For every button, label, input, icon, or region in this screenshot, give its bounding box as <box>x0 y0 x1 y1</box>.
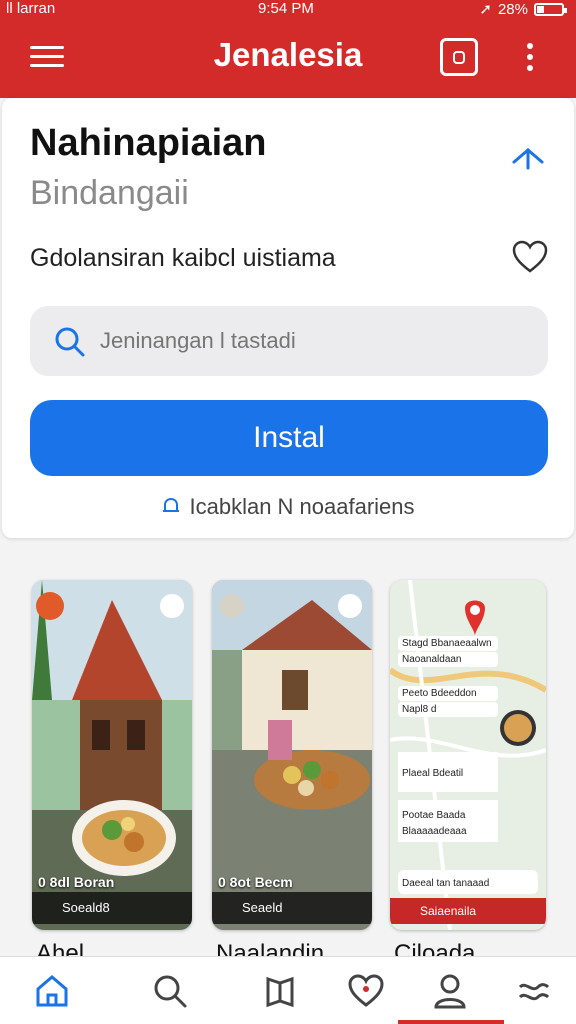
screenshot-2[interactable]: 0 8ot Becm Seaeld <box>212 580 372 930</box>
app-subtitle: Gdolansiran kaibcl uistiama <box>30 244 336 272</box>
more-icon <box>518 983 550 1001</box>
bottom-nav <box>0 956 576 1024</box>
map-line: Naoanaldaan <box>398 652 498 667</box>
chevron-up-icon[interactable] <box>508 138 548 172</box>
nav-search[interactable] <box>146 967 194 1015</box>
app-name: Nahinapiaian <box>30 122 267 164</box>
heart-icon[interactable] <box>510 238 550 276</box>
screenshot-caption: 0 8ot Becm <box>218 874 293 890</box>
location-icon: ➚ <box>479 1 492 18</box>
favorites-icon <box>348 974 384 1007</box>
nav-more[interactable] <box>510 967 558 1015</box>
share-icon[interactable] <box>440 38 478 76</box>
map-list-item: Plaeal Bdeatil <box>398 766 498 781</box>
notice-text: Icabklan N noaafariens <box>189 494 415 519</box>
screenshot-label: Seaeld <box>212 892 372 924</box>
app-info-card: Nahinapiaian Bindangaii Gdolansiran kaib… <box>2 98 574 538</box>
notice[interactable]: Icabklan N noaafariens <box>2 494 574 520</box>
nav-home[interactable] <box>28 967 76 1015</box>
battery-percent: 28% <box>497 0 528 18</box>
developer-name[interactable]: Bindangaii <box>30 174 189 213</box>
app-bar-title: Jenalesia <box>213 36 363 73</box>
screenshot-1[interactable]: 0 8dl Boran Soeald8 <box>32 580 192 930</box>
nav-library[interactable] <box>256 967 304 1015</box>
battery-icon <box>534 2 567 16</box>
screenshot-caption: 0 8dl Boran <box>38 874 115 890</box>
nav-active-indicator <box>398 1020 504 1024</box>
more-vert-icon[interactable] <box>515 40 545 74</box>
search-icon <box>154 975 187 1008</box>
screenshot-label: Saiaenaila <box>390 898 546 924</box>
screenshot-carousel[interactable]: 0 8dl Boran Soeald8 0 8ot Becm Seaeld St… <box>0 580 576 958</box>
app-bar: ll larran 9:54 PM ➚ 28% Jenalesia <box>0 0 576 98</box>
nav-favorites[interactable] <box>342 967 390 1015</box>
map-list-item: Blaaaaadeaaa <box>398 824 498 839</box>
home-icon <box>36 975 68 1007</box>
bell-icon <box>163 497 180 512</box>
nav-profile[interactable] <box>426 967 474 1015</box>
screenshot-3[interactable]: Stagd Bbanaeaalwn Naoanaldaan Peeto Bdee… <box>390 580 546 930</box>
battery-fill <box>537 5 544 13</box>
carrier-label: ll larran <box>6 0 56 17</box>
map-list-item: Daeeal tan tanaaad <box>398 876 498 891</box>
status-bar: ll larran 9:54 PM ➚ 28% <box>0 0 576 20</box>
search-box[interactable] <box>30 306 548 376</box>
map-line: Stagd Bbanaeaalwn <box>398 636 498 651</box>
search-input[interactable] <box>100 306 520 376</box>
map-line: Peeto Bdeeddon <box>398 686 498 701</box>
search-icon <box>55 327 85 357</box>
map-line: Napl8 d <box>398 702 498 717</box>
screenshot-label: Soeald8 <box>32 892 192 924</box>
map-list-item: Pootae Baada <box>398 808 498 823</box>
library-icon <box>266 976 294 1008</box>
install-button[interactable]: Instal <box>30 400 548 476</box>
clock: 9:54 PM <box>258 0 314 17</box>
profile-icon <box>434 974 466 1009</box>
status-right: ➚ 28% <box>479 0 567 18</box>
